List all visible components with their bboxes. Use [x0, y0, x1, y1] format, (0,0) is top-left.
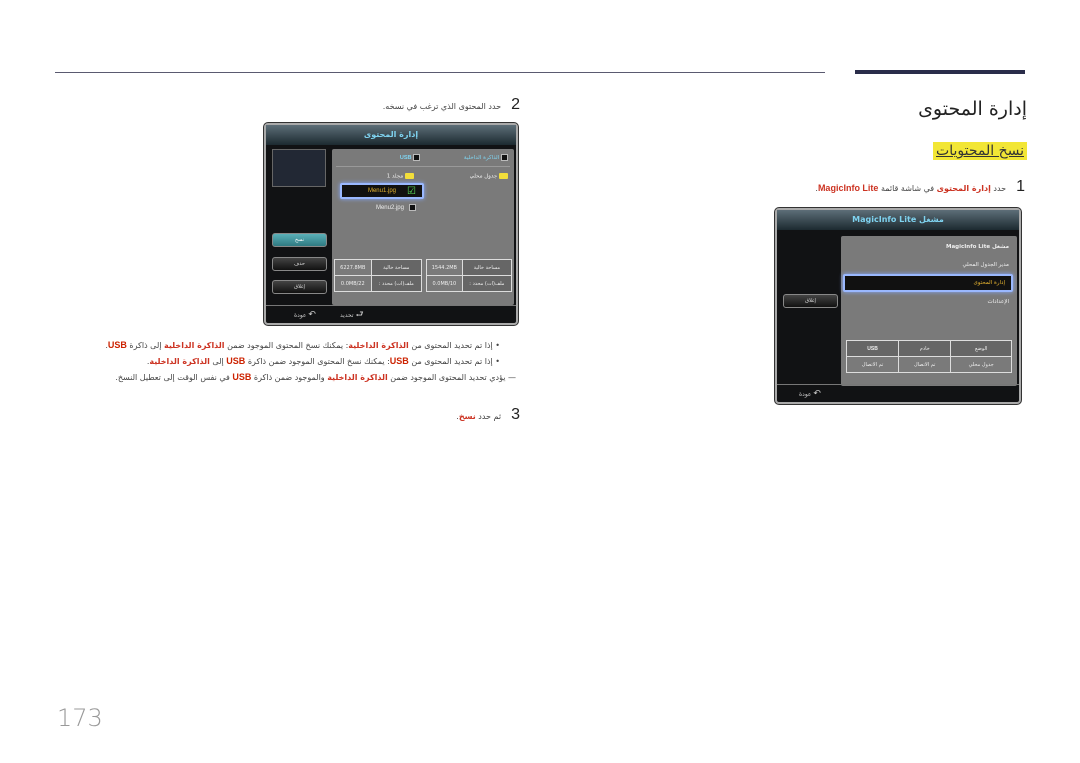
- list-item-menu1[interactable]: ☑ Menu1.jpg: [340, 183, 424, 199]
- checkbox-icon: [413, 154, 420, 161]
- delete-button[interactable]: حذف: [272, 257, 327, 271]
- screen-title: مشغل MagicInfo Lite: [777, 210, 1019, 230]
- menu-item-content-manager[interactable]: إدارة المحتوى: [843, 274, 1013, 292]
- step-number: 2: [511, 96, 520, 113]
- step-number: 3: [511, 406, 520, 423]
- checkbox-icon: [501, 154, 508, 161]
- list-item-menu2[interactable]: Menu2.jpg: [376, 204, 416, 211]
- checkmark-icon: ☑: [407, 186, 416, 197]
- step-3: 3ثم حدد نسخ.: [456, 406, 520, 423]
- section-heading: نسخ المحتويات: [933, 142, 1027, 160]
- checkbox-icon: [409, 204, 416, 211]
- select-button[interactable]: تحديد ⮐: [340, 306, 364, 325]
- close-button[interactable]: إغلاق: [272, 280, 327, 294]
- return-icon: ↶: [308, 310, 316, 320]
- enter-icon: ⮐: [355, 310, 364, 320]
- content-manager-screen: إدارة المحتوى الذاكرة الداخلية USB جدول …: [264, 123, 518, 325]
- header-accent-bar: [855, 70, 1025, 74]
- back-button[interactable]: عودة ↶: [799, 385, 821, 404]
- step-2: 2حدد المحتوى الذي ترغب في نسخه.: [382, 96, 520, 113]
- bullet-internal-memory: • إذا تم تحديد المحتوى من الذاكرة الداخل…: [105, 340, 500, 350]
- magicinfo-lite-screen: مشغل MagicInfo Lite مشغل MagicInfo Lite …: [775, 208, 1021, 404]
- page-title: إدارة المحتوى: [918, 98, 1027, 120]
- back-button[interactable]: عودة ↶: [294, 306, 316, 325]
- preview-thumbnail: [272, 149, 326, 187]
- header-rule: [55, 72, 825, 73]
- folder-icon: [499, 173, 508, 179]
- menu-item-player[interactable]: مشغل MagicInfo Lite: [946, 244, 1009, 250]
- divider: [336, 166, 510, 167]
- notes-list: • إذا تم تحديد المحتوى من الذاكرة الداخل…: [60, 340, 516, 382]
- close-button[interactable]: إغلاق: [783, 294, 838, 308]
- folder-icon: [405, 173, 414, 179]
- list-item-local-schedule[interactable]: جدول محلي: [470, 173, 508, 180]
- status-table: USB خادم الوضع تم الاتصال تم الاتصال جدو…: [845, 340, 1012, 373]
- screen-title: إدارة المحتوى: [266, 125, 516, 145]
- bullet-usb: • إذا تم تحديد المحتوى من USB: يمكنك نسخ…: [146, 356, 500, 366]
- tab-usb[interactable]: USB: [400, 154, 420, 161]
- menu-panel: مشغل MagicInfo Lite مدير الجدول المحلي إ…: [841, 236, 1017, 386]
- list-item-folder-1[interactable]: مجلد 1: [387, 173, 414, 180]
- note-copy-disabled: — يؤدي تحديد المحتوى الموجود ضمن الذاكرة…: [115, 372, 516, 382]
- menu-item-settings[interactable]: الإعدادات: [987, 299, 1009, 305]
- storage-table-internal: 1544.2MB مساحة خالية 0.0MB/10 ملف(ات) محدد…: [426, 259, 513, 292]
- copy-button[interactable]: نسخ: [272, 233, 327, 247]
- step-number: 1: [1016, 178, 1025, 195]
- screen-footer: عودة ↶: [777, 384, 1019, 402]
- page-number: 173: [57, 704, 103, 732]
- step-1: 1حدد إدارة المحتوى في شاشة قائمة MagicIn…: [815, 178, 1025, 195]
- screen-footer: عودة ↶ تحديد ⮐: [266, 305, 516, 323]
- menu-item-schedule-manager[interactable]: مدير الجدول المحلي: [962, 262, 1009, 268]
- storage-table-usb: 6227.8MB مساحة خالية 0.0MB/22 ملف(ات) محدد…: [334, 259, 423, 292]
- tab-internal-memory[interactable]: الذاكرة الداخلية: [464, 154, 508, 161]
- return-icon: ↶: [813, 389, 821, 399]
- content-panel: الذاكرة الداخلية USB جدول محلي مجلد 1 ☑ …: [332, 149, 514, 305]
